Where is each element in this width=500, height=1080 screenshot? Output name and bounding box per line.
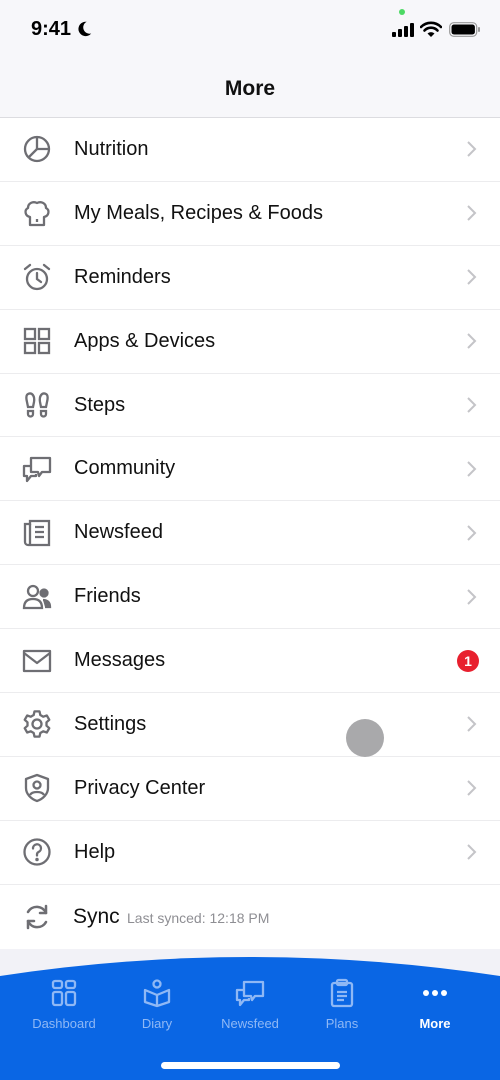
last-synced-text: Last synced: 12:18 PM — [127, 909, 270, 926]
gear-icon — [23, 710, 51, 739]
menu-item-settings[interactable]: Settings — [0, 693, 500, 757]
clipboard-icon — [330, 978, 354, 1008]
tab-plans[interactable]: Plans — [294, 978, 390, 1038]
chevron-right-icon — [467, 333, 477, 349]
chevron-right-icon — [467, 716, 477, 733]
sync-label: Sync — [73, 904, 120, 928]
diary-icon — [143, 979, 171, 1008]
tab-label: More — [419, 1016, 451, 1031]
envelope-icon — [22, 649, 52, 672]
menu-item-my-meals[interactable]: My Meals, Recipes & Foods — [0, 181, 500, 246]
alarm-clock-icon — [23, 264, 51, 291]
menu-item-label: Friends — [74, 585, 141, 608]
menu-item-friends[interactable]: Friends — [0, 565, 500, 630]
footprints-icon — [25, 392, 49, 418]
tab-more[interactable]: More — [387, 978, 483, 1038]
chevron-right-icon — [467, 588, 477, 605]
menu-item-label: Privacy Center — [74, 776, 206, 799]
menu-item-label: Messages — [74, 649, 166, 672]
menu-item-label: Reminders — [74, 265, 171, 288]
more-dots-icon — [423, 990, 447, 996]
menu-item-community[interactable]: Community — [0, 437, 500, 502]
pie-chart-icon — [23, 136, 51, 163]
menu-item-messages[interactable]: Messages 1 — [0, 629, 500, 694]
friends-icon — [22, 584, 52, 609]
menu-item-label: Community — [74, 457, 176, 480]
battery-icon — [449, 22, 480, 37]
tab-bar: Dashboard Diary Newsfeed Plans More — [0, 948, 500, 1080]
menu-item-label: Apps & Devices — [74, 329, 216, 352]
shield-user-icon — [24, 774, 50, 803]
unread-count-badge: 1 — [457, 649, 479, 672]
menu-item-label: Steps — [74, 393, 126, 416]
menu-item-label: Help — [74, 840, 116, 863]
tab-label: Newsfeed — [221, 1016, 279, 1031]
wifi-icon — [420, 21, 442, 37]
more-screen: 9:41 More Nutrition My Meals, Recipes & … — [0, 0, 500, 1080]
newspaper-icon — [23, 519, 51, 546]
menu-item-privacy-center[interactable]: Privacy Center — [0, 756, 500, 821]
chef-hat-icon — [24, 201, 50, 227]
moon-icon — [78, 21, 92, 37]
chevron-right-icon — [467, 205, 477, 222]
sync-icon — [26, 904, 48, 929]
tab-label: Plans — [325, 1016, 359, 1031]
menu-item-sync[interactable]: Sync Last synced: 12:18 PM — [0, 884, 500, 949]
menu-item-label: Nutrition — [74, 137, 149, 160]
touch-indicator — [346, 719, 384, 757]
menu-item-label: Settings — [74, 712, 147, 735]
status-bar: 9:41 — [0, 0, 500, 60]
menu-item-help[interactable]: Help — [0, 820, 500, 885]
chat-bubbles-icon — [22, 456, 52, 483]
more-menu-list: Nutrition My Meals, Recipes & Foods Remi… — [0, 118, 500, 949]
menu-item-label: Newsfeed — [74, 521, 163, 544]
chevron-right-icon — [467, 844, 477, 860]
chevron-right-icon — [467, 780, 477, 797]
tab-label: Dashboard — [32, 1016, 96, 1031]
privacy-indicator-dot — [399, 9, 405, 15]
cellular-signal-icon — [392, 23, 414, 37]
menu-item-newsfeed[interactable]: Newsfeed — [0, 501, 500, 566]
menu-item-label: My Meals, Recipes & Foods — [74, 201, 323, 224]
chevron-right-icon — [467, 141, 477, 158]
tab-dashboard[interactable]: Dashboard — [16, 978, 112, 1038]
grid-icon — [23, 327, 51, 355]
question-circle-icon — [23, 838, 51, 866]
chevron-right-icon — [467, 461, 477, 477]
tab-newsfeed[interactable]: Newsfeed — [202, 978, 298, 1038]
page-title: More — [224, 76, 276, 100]
chevron-right-icon — [467, 525, 477, 541]
home-indicator[interactable] — [161, 1062, 340, 1069]
menu-item-reminders[interactable]: Reminders — [0, 245, 500, 310]
chevron-right-icon — [467, 397, 477, 413]
tab-diary[interactable]: Diary — [109, 978, 205, 1038]
menu-item-apps-devices[interactable]: Apps & Devices — [0, 309, 500, 374]
newsfeed-icon — [235, 980, 265, 1007]
dashboard-icon — [51, 979, 77, 1007]
menu-item-nutrition[interactable]: Nutrition — [0, 118, 500, 182]
status-time: 9:41 — [31, 18, 72, 40]
chevron-right-icon — [467, 269, 477, 285]
nav-header: More — [0, 60, 500, 118]
menu-item-steps[interactable]: Steps — [0, 373, 500, 438]
tab-label: Diary — [141, 1016, 173, 1031]
